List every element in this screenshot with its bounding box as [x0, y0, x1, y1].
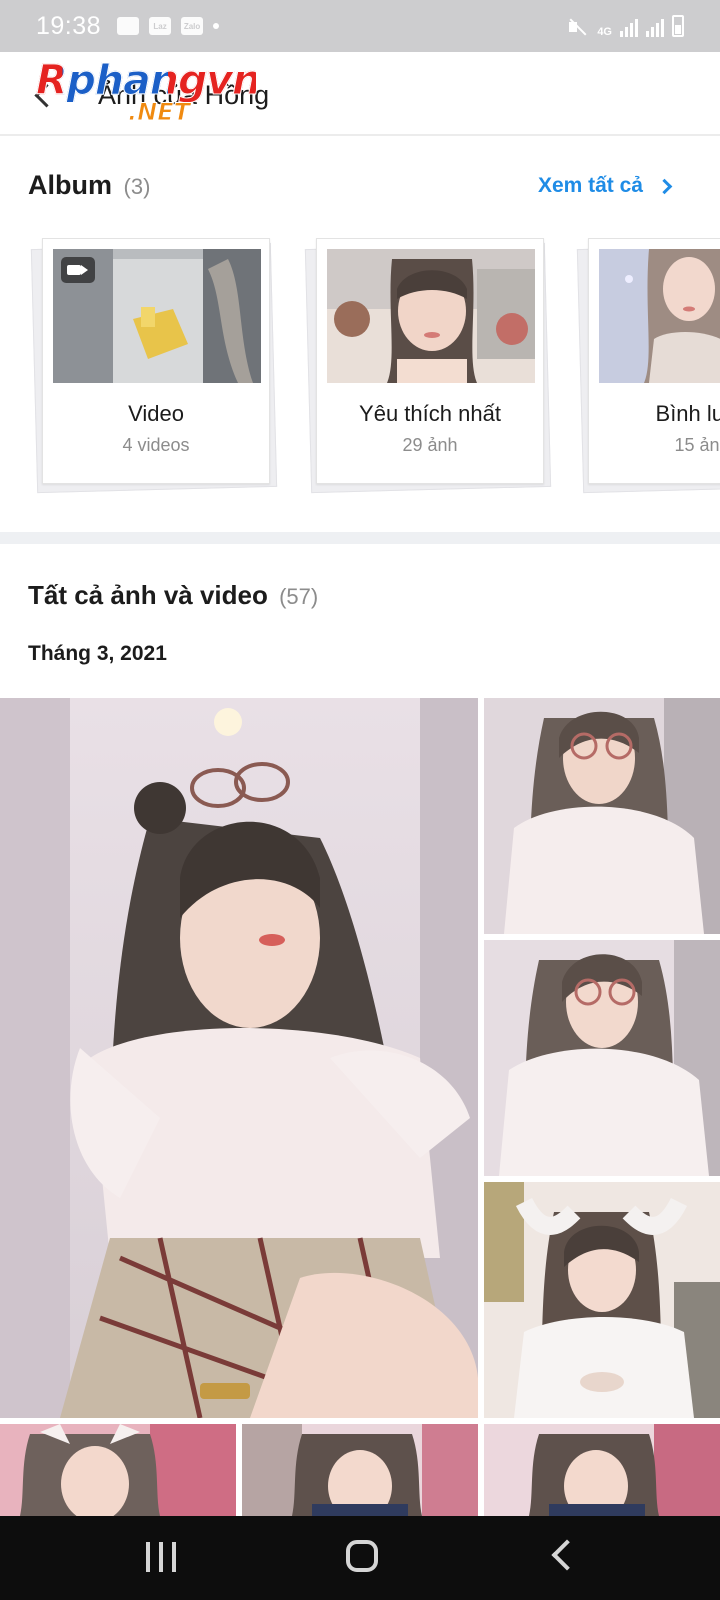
album-card-comments[interactable]: Bình luận 15 ảnh	[576, 238, 720, 494]
photo-tile[interactable]	[0, 1424, 236, 1516]
album-section: Album (3) Xem tất cả Video 4 videos Yêu …	[0, 138, 720, 532]
signal-icon	[620, 17, 638, 37]
recent-apps-icon[interactable]	[146, 1542, 176, 1572]
album-thumbnail	[599, 249, 720, 383]
photo-tile[interactable]	[484, 1182, 720, 1418]
month-group-label: Tháng 3, 2021	[28, 642, 167, 665]
back-icon[interactable]	[551, 1539, 583, 1571]
all-media-count: (57)	[279, 584, 319, 609]
album-carousel[interactable]: Video 4 videos Yêu thích nhất 29 ảnh Bìn…	[0, 238, 720, 502]
album-thumbnail	[327, 249, 535, 383]
section-divider	[0, 532, 720, 544]
photo-grid	[0, 698, 720, 1516]
more-notifications-dot	[213, 23, 220, 29]
system-icons: 4G	[567, 15, 684, 38]
album-name: Yêu thích nhất	[359, 401, 501, 426]
album-item-count: 29 ảnh	[402, 435, 458, 455]
notification-icons: Laz Zalo	[117, 17, 220, 35]
lazada-icon: Laz	[149, 17, 172, 35]
album-name: Video	[128, 401, 184, 426]
status-bar: 19:38 Laz Zalo 4G	[0, 0, 720, 52]
all-media-heading: Tất cả ảnh và video (57)	[28, 580, 318, 611]
album-name: Bình luận	[655, 401, 720, 426]
back-arrow-icon[interactable]	[34, 82, 60, 108]
photo-tile[interactable]	[484, 940, 720, 1176]
all-media-heading-label: Tất cả ảnh và video	[28, 580, 268, 610]
battery-icon	[672, 15, 684, 37]
video-camera-icon	[61, 257, 95, 283]
album-card-favorites[interactable]: Yêu thích nhất 29 ảnh	[304, 238, 552, 494]
system-nav-bar	[0, 1516, 720, 1600]
home-icon[interactable]	[346, 1540, 378, 1572]
album-item-count: 15 ảnh	[674, 435, 720, 455]
mute-icon	[567, 17, 589, 37]
album-card-video[interactable]: Video 4 videos	[30, 238, 278, 494]
app-header: Ảnh của Hồng Rphangvn .NET	[0, 52, 720, 136]
page-title: Ảnh của Hồng	[98, 80, 270, 110]
signal-2-icon	[646, 17, 664, 37]
see-all-albums-link[interactable]: Xem tất cả	[537, 174, 673, 198]
album-card-body: Video 4 videos	[42, 238, 270, 484]
album-card-body: Bình luận 15 ảnh	[588, 238, 720, 484]
zalo-icon: Zalo	[181, 17, 204, 35]
album-heading-label: Album	[28, 170, 112, 200]
photo-tile[interactable]	[242, 1424, 478, 1516]
photo-tile[interactable]	[484, 698, 720, 934]
album-item-count: 4 videos	[122, 435, 190, 455]
network-type-label: 4G	[597, 26, 612, 38]
gallery-icon	[117, 17, 140, 35]
photo-tile-large[interactable]	[0, 698, 478, 1418]
album-heading: Album (3)	[28, 170, 150, 201]
status-time: 19:38	[36, 11, 102, 40]
album-count: (3)	[123, 174, 151, 199]
photo-tile[interactable]	[484, 1424, 720, 1516]
album-thumbnail	[53, 249, 261, 383]
see-all-label: Xem tất cả	[537, 174, 643, 197]
album-card-body: Yêu thích nhất 29 ảnh	[316, 238, 544, 484]
chevron-right-icon	[656, 178, 673, 194]
